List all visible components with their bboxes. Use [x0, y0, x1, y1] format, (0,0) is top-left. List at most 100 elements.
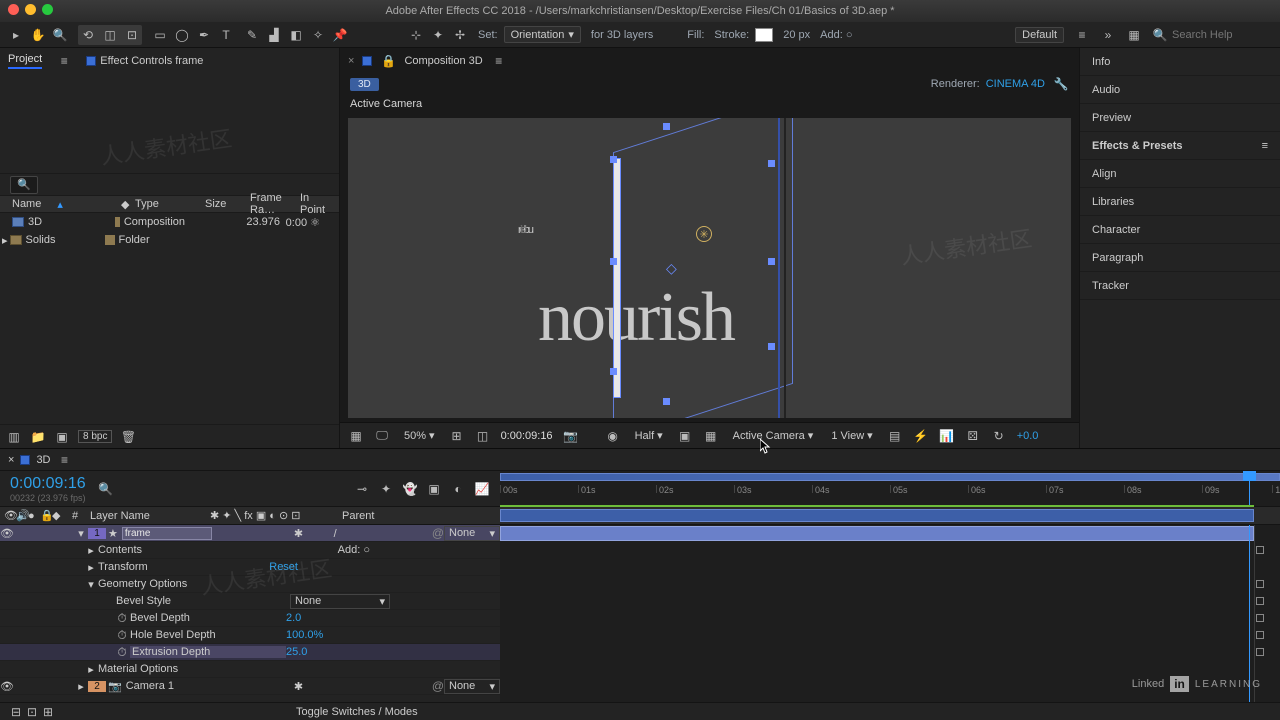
twirl-icon[interactable]: ▸ — [74, 680, 88, 693]
hand-tool-icon[interactable]: ✋ — [30, 27, 46, 43]
channel-icon[interactable]: ◉ — [605, 428, 621, 444]
work-area[interactable] — [500, 509, 1254, 522]
zoom-handle-icon[interactable]: ⊡ — [24, 704, 40, 720]
keyframe-marker[interactable] — [1256, 580, 1264, 588]
keyframe-marker[interactable] — [1256, 614, 1264, 622]
parent-dropdown[interactable]: None▾ — [444, 526, 500, 541]
fast-preview-icon[interactable]: ⚡ — [913, 428, 929, 444]
tab-effect-controls[interactable]: Effect Controls frame — [86, 55, 203, 67]
layer-bounding-box[interactable] — [613, 118, 793, 418]
zoom-in-icon[interactable]: ⊞ — [40, 704, 56, 720]
twirl-icon[interactable]: ▾ — [74, 527, 88, 540]
frame-blend-icon[interactable]: ▣ — [426, 481, 442, 497]
panel-align[interactable]: Align — [1080, 160, 1280, 188]
transform-handle[interactable] — [768, 258, 775, 265]
zoom-tool-icon[interactable]: 🔍 — [52, 27, 68, 43]
view-axis-icon[interactable]: ✢ — [452, 27, 468, 43]
viewport[interactable]: rebuild nourish ✳ ◇ — [348, 118, 1071, 418]
eraser-tool-icon[interactable]: ◧ — [288, 27, 304, 43]
panel-info[interactable]: Info — [1080, 48, 1280, 76]
keyframe-marker[interactable] — [1256, 631, 1264, 639]
rect-tool-icon[interactable]: ▭ — [152, 27, 168, 43]
stopwatch-icon[interactable]: ⏱ — [114, 610, 130, 626]
property-row[interactable]: ⏱ Hole Bevel Depth 100.0% — [0, 627, 500, 644]
display-icon[interactable]: 🖵 — [374, 428, 390, 444]
time-ruler-area[interactable]: 00s 01s 02s 03s 04s 05s 06s 07s 08s 09s … — [500, 471, 1280, 506]
layer-row[interactable]: 👁 ▾ 1 ★ ✱ / @ None▾ — [0, 525, 500, 542]
renderer-options-icon[interactable]: 🔧 — [1053, 76, 1069, 92]
graph-editor-icon[interactable]: 📈 — [474, 481, 490, 497]
anchor-point-icon[interactable]: ✳ — [696, 226, 712, 242]
local-axis-icon[interactable]: ⊹ — [408, 27, 424, 43]
keyframe-marker[interactable] — [1256, 648, 1264, 656]
ellipse-tool-icon[interactable]: ◯ — [174, 27, 190, 43]
visibility-toggle[interactable]: 👁 — [0, 527, 14, 540]
comp-tab-label[interactable]: Composition 3D — [404, 55, 482, 67]
camera-dropdown[interactable]: Active Camera ▾ — [729, 429, 818, 442]
selection-tool-icon[interactable]: ▸ — [8, 27, 24, 43]
property-row[interactable]: ⏱ Bevel Depth 2.0 — [0, 610, 500, 627]
search-input[interactable] — [1172, 29, 1272, 41]
col-type[interactable]: Type — [129, 198, 199, 210]
fill-label[interactable]: Fill: — [687, 29, 704, 41]
property-value[interactable]: 100.0% — [286, 629, 406, 641]
transform-handle[interactable] — [610, 156, 617, 163]
roi-icon[interactable]: ▣ — [677, 428, 693, 444]
col-size[interactable]: Size — [199, 198, 244, 210]
transparency-icon[interactable]: ▦ — [703, 428, 719, 444]
parent-pickwhip-icon[interactable]: @ — [432, 679, 444, 693]
work-area-bar[interactable] — [500, 473, 1280, 481]
time-ruler[interactable]: 00s 01s 02s 03s 04s 05s 06s 07s 08s 09s … — [500, 485, 1280, 505]
transform-handle[interactable] — [610, 368, 617, 375]
panel-menu-icon[interactable]: ≡ — [491, 53, 507, 69]
orientation-dropdown[interactable]: Orientation▾ — [504, 26, 581, 43]
search-help[interactable]: 🔍 — [1152, 27, 1272, 43]
project-search-input[interactable]: 🔍 — [10, 176, 38, 194]
property-row[interactable]: ⏱ Extrusion Depth 25.0 — [0, 644, 500, 661]
layer-name[interactable]: ★ — [108, 527, 294, 540]
snapshot-icon[interactable]: 📷 — [563, 428, 579, 444]
views-dropdown[interactable]: 1 View ▾ — [827, 429, 876, 442]
workspace-dropdown[interactable]: Default — [1015, 27, 1064, 43]
renderer-value[interactable]: CINEMA 4D — [986, 78, 1045, 90]
parent-dropdown[interactable]: None▾ — [444, 679, 500, 694]
roto-tool-icon[interactable]: ✧ — [310, 27, 326, 43]
pan-tool-icon[interactable]: ◫ — [102, 27, 118, 43]
property-row[interactable]: Bevel Style None▾ — [0, 593, 500, 610]
twirl-icon[interactable]: ▾ — [84, 578, 98, 591]
search-icon[interactable]: 🔍 — [98, 481, 114, 497]
close-icon[interactable] — [8, 4, 19, 15]
bit-depth[interactable]: 8 bpc — [78, 430, 112, 443]
flowchart-icon[interactable]: ⚄ — [965, 428, 981, 444]
text-tool-icon[interactable]: T — [218, 27, 234, 43]
puppet-tool-icon[interactable]: 📌 — [332, 27, 348, 43]
timecode-display[interactable]: 0:00:09:16 00232 (23.976 fps) — [10, 475, 86, 503]
layer-name[interactable]: 📷 Camera 1 — [108, 680, 294, 693]
keyframe-marker[interactable] — [1256, 597, 1264, 605]
panel-menu-icon[interactable]: ≡ — [56, 53, 72, 69]
property-group[interactable]: ▸ Material Options — [0, 661, 500, 678]
transform-handle[interactable] — [663, 123, 670, 130]
panel-icon[interactable]: ▦ — [1126, 27, 1142, 43]
close-tab-icon[interactable]: × — [8, 454, 14, 466]
stroke-width[interactable]: 20 px — [783, 29, 810, 41]
toggle-switches[interactable]: Toggle Switches / Modes — [296, 706, 418, 718]
transform-handle[interactable] — [768, 343, 775, 350]
keyframe-marker[interactable] — [1256, 546, 1264, 554]
panel-menu-icon[interactable]: ≡ — [57, 452, 73, 468]
current-time[interactable]: 0:00:09:16 — [501, 430, 553, 442]
pivot-icon[interactable]: ◇ — [666, 260, 677, 277]
new-comp-icon[interactable]: ▣ — [54, 429, 70, 445]
new-folder-icon[interactable]: 📁 — [30, 429, 46, 445]
col-name[interactable]: Name ▴ — [0, 198, 115, 211]
trash-icon[interactable]: 🗑 — [120, 429, 136, 445]
comp-mini-tab[interactable]: 3D — [350, 78, 379, 91]
grid-icon[interactable]: ⊞ — [449, 428, 465, 444]
stroke-swatch[interactable] — [755, 28, 773, 42]
twirl-icon[interactable]: ▸ — [84, 663, 98, 676]
pen-tool-icon[interactable]: ✒ — [196, 27, 212, 43]
panel-effects-presets[interactable]: Effects & Presets≡ — [1080, 132, 1280, 160]
property-value[interactable]: 25.0 — [286, 646, 406, 658]
layer-bar[interactable] — [500, 526, 1254, 541]
stopwatch-icon[interactable]: ⏱ — [114, 644, 130, 660]
